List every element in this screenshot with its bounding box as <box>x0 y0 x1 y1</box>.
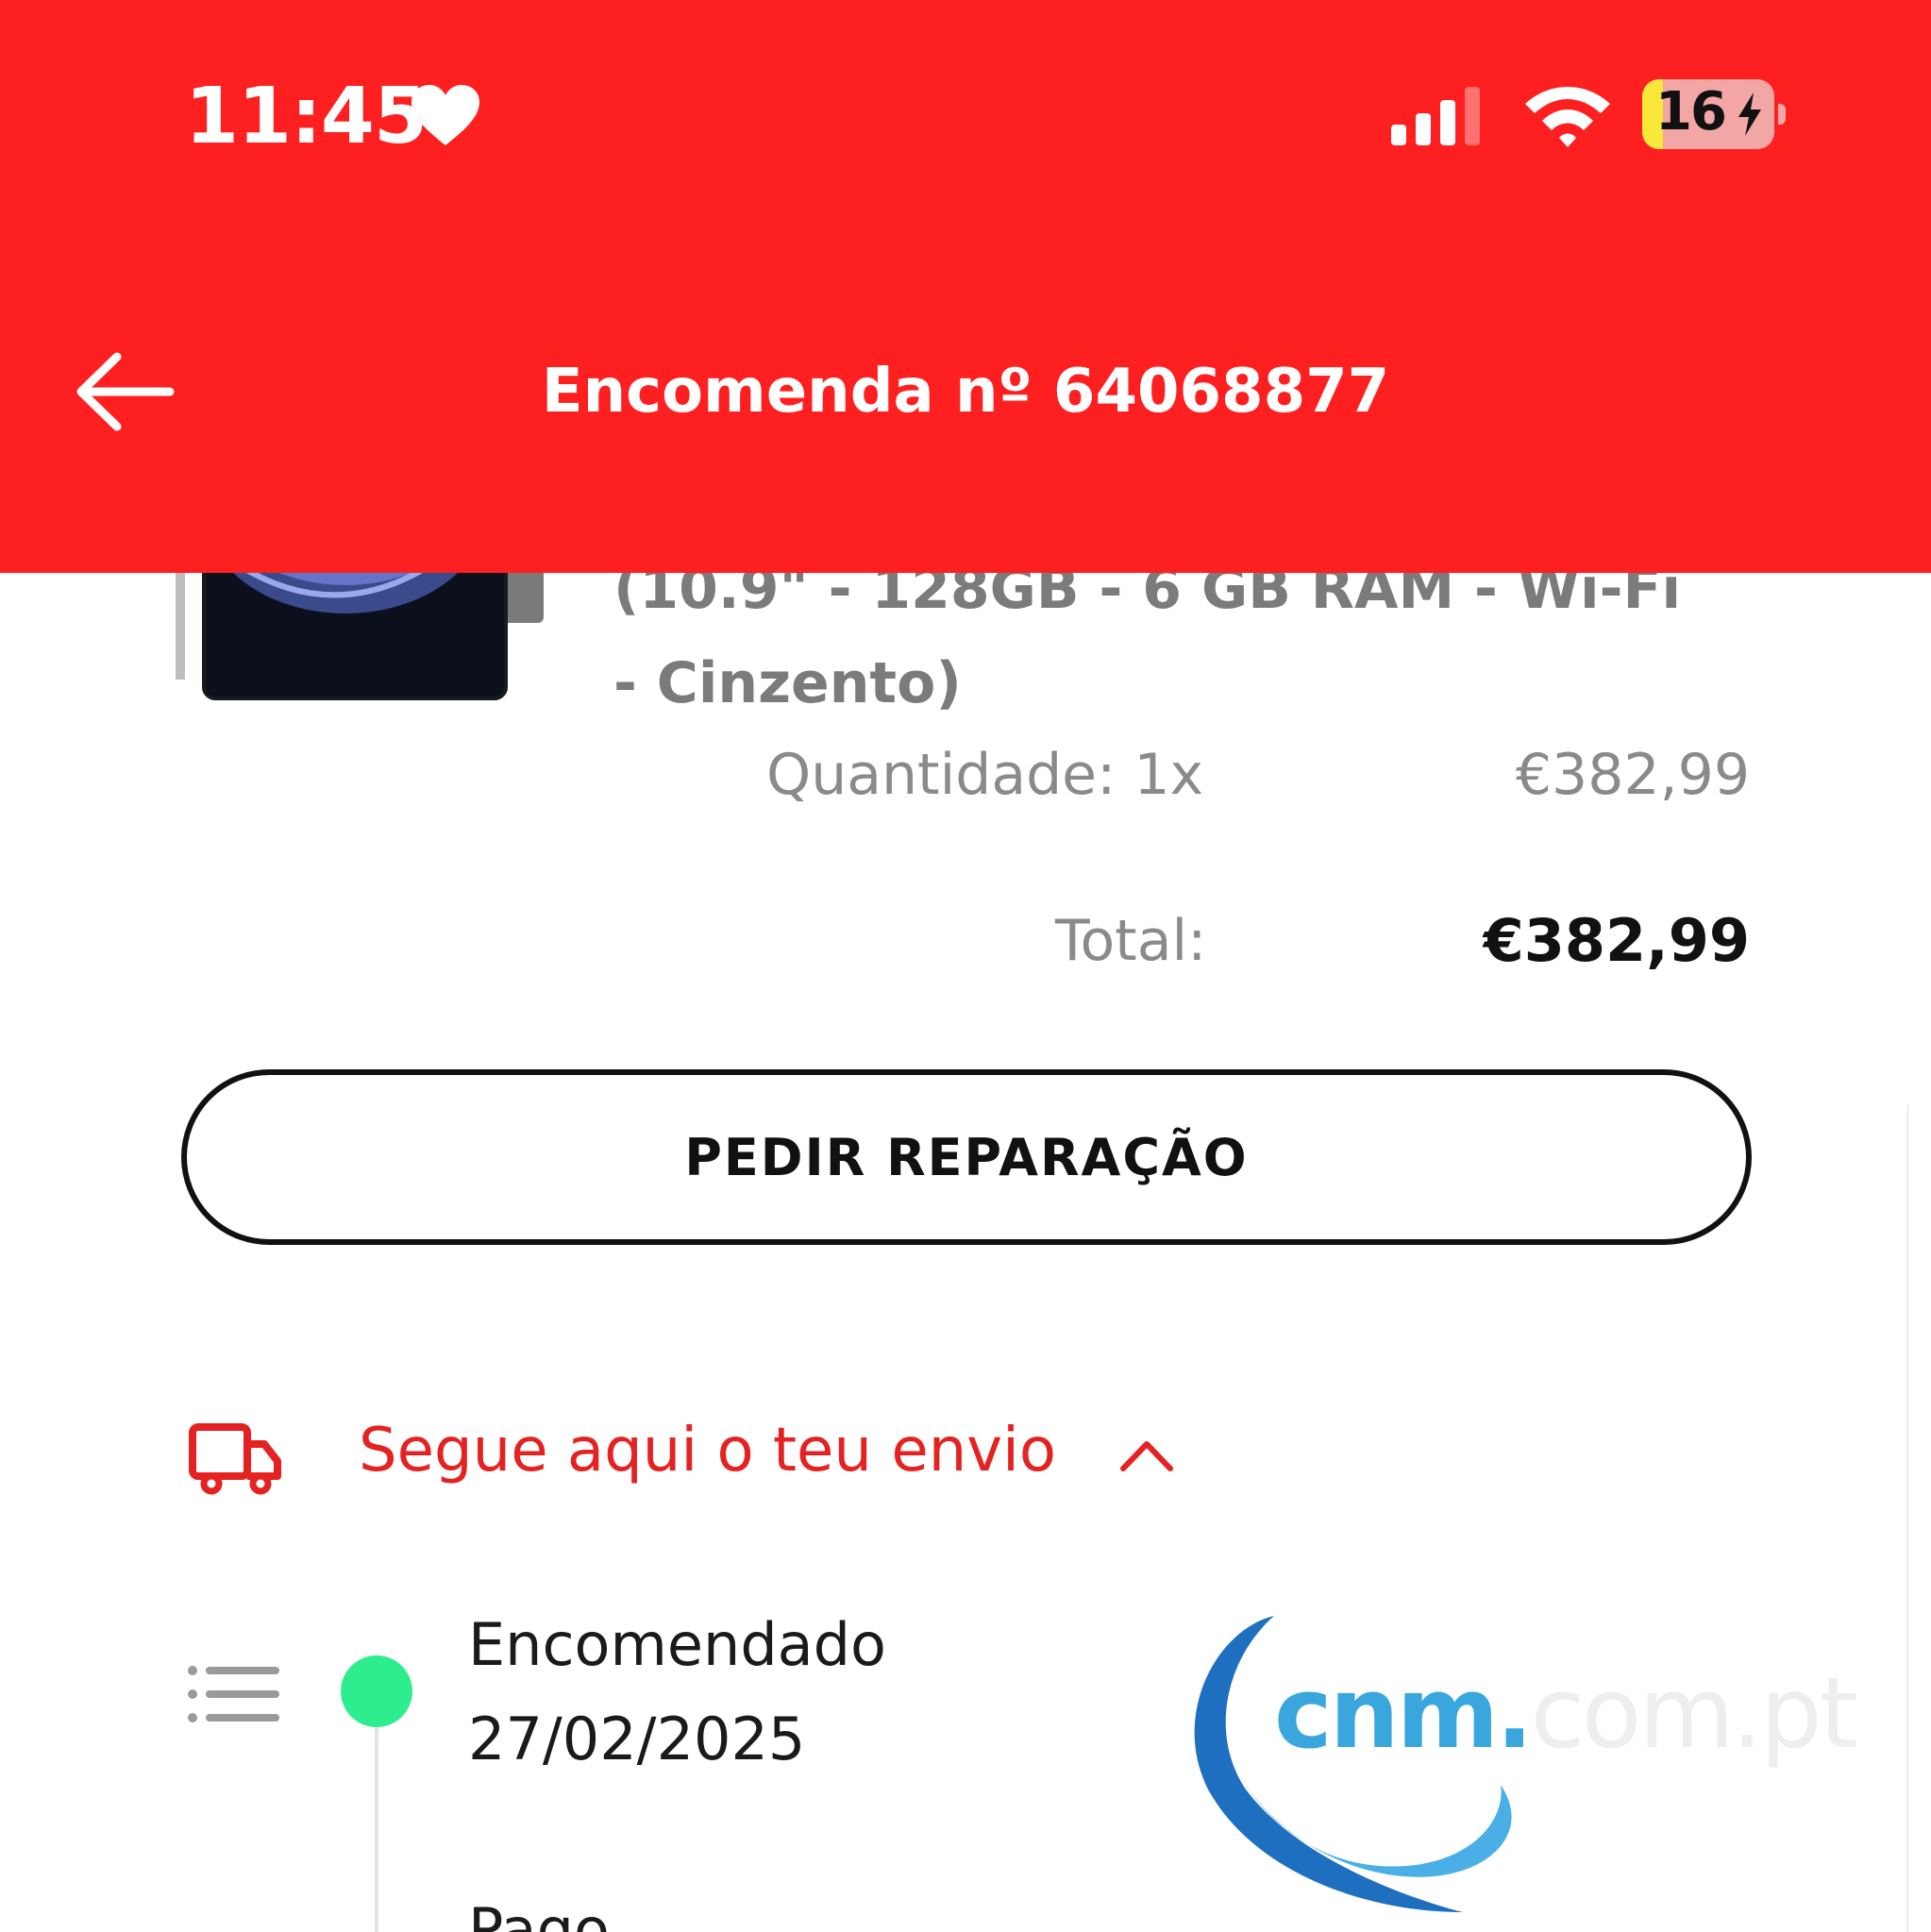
item-price: €382,99 <box>1515 742 1750 808</box>
heart-icon <box>411 85 479 145</box>
total-label: Total: <box>1055 908 1207 974</box>
scroll-edge <box>1906 1104 1909 1932</box>
battery-level: 16 <box>1655 81 1727 143</box>
request-repair-button[interactable]: PEDIR REPARAÇÃO <box>181 1069 1752 1245</box>
wifi-icon <box>1525 87 1610 147</box>
charging-bolt-icon <box>1738 92 1761 136</box>
tracking-toggle[interactable]: Segue aqui o teu envio <box>359 1416 1056 1486</box>
cellular-signal-icon <box>1391 87 1480 145</box>
timeline-dot-ordered <box>341 1655 412 1727</box>
quantity-label: Quantidade: 1x <box>766 742 1204 808</box>
total-value: €382,99 <box>1483 906 1750 975</box>
battery-tip <box>1778 104 1786 125</box>
app-header: 11:45 16 Encomenda nº 64068877 <box>0 0 1931 573</box>
battery-indicator: 16 <box>1642 79 1786 149</box>
list-icon[interactable] <box>187 1663 281 1725</box>
step-ordered-label: Encomendado <box>468 1610 886 1679</box>
watermark-brand: cnm. <box>1274 1655 1534 1771</box>
status-time: 11:45 <box>185 72 428 161</box>
step-paid-label: Pago <box>468 1895 610 1932</box>
chevron-up-icon[interactable] <box>1119 1436 1174 1472</box>
watermark-logo: cnm.com.pt <box>1274 1655 1858 1771</box>
order-detail-screen: (10.9" - 128GB - 6 GB RAM - Wi-Fi - Cinz… <box>0 0 1931 1932</box>
step-ordered-date: 27/02/2025 <box>468 1705 806 1773</box>
truck-icon <box>189 1423 281 1495</box>
watermark-suffix: com.pt <box>1530 1655 1858 1771</box>
page-title: Encomenda nº 64068877 <box>541 357 1390 427</box>
timeline-line <box>375 1727 378 1932</box>
